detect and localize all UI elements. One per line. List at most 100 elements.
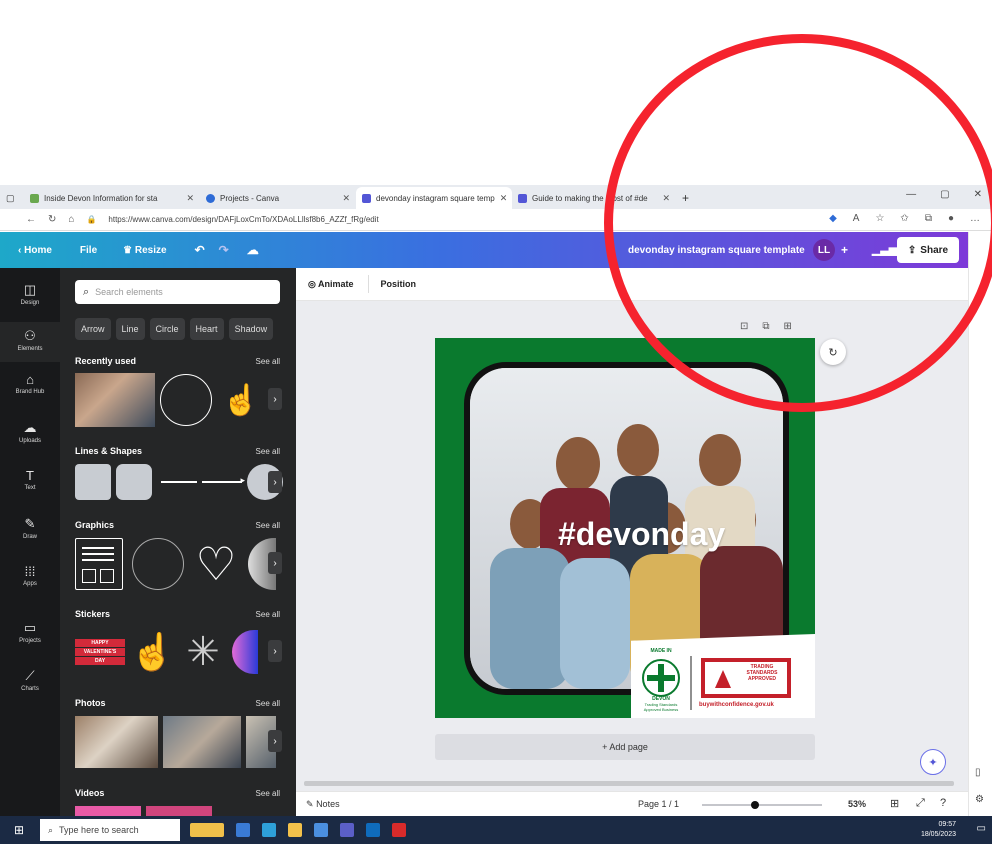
recent-photo-thumbnail[interactable] bbox=[75, 373, 155, 427]
add-page-icon[interactable]: ⊞ bbox=[784, 321, 792, 332]
teams-icon[interactable] bbox=[340, 823, 354, 837]
gradient-badge-sticker[interactable] bbox=[232, 630, 258, 674]
widget-icon[interactable] bbox=[190, 823, 224, 837]
rounded-square-thumbnail[interactable] bbox=[116, 464, 152, 500]
photo-thumbnail[interactable] bbox=[163, 716, 241, 768]
file-menu[interactable]: File bbox=[80, 245, 97, 256]
notification-icon[interactable]: ▭ bbox=[977, 823, 986, 834]
heart-outline-icon[interactable]: ♡ bbox=[189, 538, 243, 590]
zoom-percentage[interactable]: 53% bbox=[848, 799, 866, 809]
chip-shadow[interactable]: Shadow bbox=[228, 318, 274, 340]
see-all-link[interactable]: See all bbox=[256, 699, 280, 708]
insights-chart-icon[interactable]: ▁▃▅ bbox=[872, 243, 897, 256]
chip-heart[interactable]: Heart bbox=[189, 318, 224, 340]
rail-item-elements[interactable]: ⚇ Elements bbox=[0, 322, 60, 362]
rail-item-apps[interactable]: ⁞⁞⁞ Apps bbox=[0, 564, 60, 600]
chip-arrow[interactable]: Arrow bbox=[75, 318, 111, 340]
close-icon[interactable]: ✕ bbox=[500, 193, 508, 204]
tab-guide[interactable]: Guide to making the most of #de ✕ bbox=[512, 187, 676, 209]
rail-item-projects[interactable]: ▭ Projects bbox=[0, 620, 60, 656]
taskbar-search[interactable]: ⌕ Type here to search bbox=[40, 819, 180, 841]
restore-icon[interactable]: ▢ bbox=[940, 189, 949, 200]
hashtag-text[interactable]: #devonday bbox=[558, 516, 725, 553]
tab-inside-devon[interactable]: Inside Devon Information for sta ✕ bbox=[24, 187, 200, 209]
pointer-hand-icon[interactable]: ☝ bbox=[217, 374, 265, 426]
favorites-icon[interactable]: ✩ bbox=[900, 213, 908, 224]
notes-button[interactable]: ✎ Notes bbox=[306, 799, 340, 810]
outlook-icon[interactable] bbox=[366, 823, 380, 837]
fullscreen-icon[interactable]: ⤢ bbox=[916, 797, 925, 810]
tab-actions-button[interactable]: ▢ bbox=[0, 187, 24, 209]
rail-item-design[interactable]: ◫ Design bbox=[0, 278, 60, 314]
cloud-save-icon[interactable]: ☁ bbox=[247, 243, 259, 257]
rail-item-charts[interactable]: ⟋ Charts bbox=[0, 668, 60, 704]
chevron-right-icon[interactable]: › bbox=[268, 730, 282, 752]
circle-outline-thumbnail[interactable] bbox=[132, 538, 184, 590]
zoom-slider-track[interactable] bbox=[702, 801, 822, 809]
undo-icon[interactable]: ↶ bbox=[195, 243, 205, 257]
help-icon[interactable]: ? bbox=[940, 797, 946, 809]
reload-icon[interactable]: ↻ bbox=[48, 214, 56, 225]
arrow-line-thumbnail[interactable]: ▸ bbox=[202, 475, 245, 485]
recent-circle-thumbnail[interactable] bbox=[160, 374, 212, 426]
chip-circle[interactable]: Circle bbox=[149, 318, 185, 340]
rail-item-brand-hub[interactable]: ⌂ Brand Hub bbox=[0, 372, 60, 408]
windows-start-icon[interactable]: ⊞ bbox=[14, 823, 24, 837]
trading-standards-logo-box[interactable]: MADE IN DEVON Trading Standards Approved… bbox=[631, 634, 815, 718]
extension-icon[interactable]: ◆ bbox=[829, 213, 837, 224]
grid-view-icon[interactable]: ⊞ bbox=[890, 797, 899, 810]
video-thumbnail[interactable] bbox=[75, 806, 141, 816]
starburst-sticker[interactable]: ✳ bbox=[179, 628, 227, 676]
home-icon[interactable]: ⌂ bbox=[68, 214, 74, 225]
rail-item-draw[interactable]: ✎ Draw bbox=[0, 516, 60, 552]
chip-line[interactable]: Line bbox=[115, 318, 145, 340]
line-thumbnail[interactable] bbox=[161, 481, 197, 483]
favorite-add-icon[interactable]: ☆ bbox=[875, 213, 884, 224]
share-button[interactable]: ⇪ Share bbox=[897, 237, 959, 263]
lock-page-icon[interactable]: ⊡ bbox=[740, 321, 748, 332]
sidebar-toggle-icon[interactable]: ▯ bbox=[975, 767, 981, 778]
see-all-link[interactable]: See all bbox=[256, 357, 280, 366]
horizontal-scrollbar[interactable] bbox=[304, 781, 954, 786]
back-icon[interactable]: ← bbox=[26, 214, 36, 225]
square-shape-thumbnail[interactable] bbox=[75, 464, 111, 500]
photo-thumbnail[interactable] bbox=[75, 716, 158, 768]
valentines-sticker[interactable]: HAPPY VALENTINE'S DAY bbox=[75, 630, 125, 674]
tab-devonday-template[interactable]: devonday instagram square temp ✕ bbox=[356, 187, 512, 209]
duplicate-page-icon[interactable]: ⧉ bbox=[762, 321, 769, 332]
design-title[interactable]: devonday instagram square template bbox=[628, 245, 805, 256]
minimize-icon[interactable]: — bbox=[906, 189, 916, 200]
add-page-button[interactable]: + Add page bbox=[435, 734, 815, 760]
resize-button[interactable]: ♛ Resize bbox=[123, 245, 166, 256]
search-elements-input[interactable]: ⌕ Search elements bbox=[75, 280, 280, 304]
url-field[interactable]: https://www.canva.com/design/DAFjLoxCmTo… bbox=[108, 215, 378, 224]
magic-sparkle-icon[interactable]: ✦ bbox=[920, 749, 946, 775]
settings-gear-icon[interactable]: ⚙ bbox=[975, 794, 984, 805]
new-tab-button[interactable]: + bbox=[676, 187, 696, 209]
position-button[interactable]: Position bbox=[381, 279, 417, 289]
tab-projects-canva[interactable]: Projects - Canva ✕ bbox=[200, 187, 356, 209]
more-icon[interactable]: … bbox=[970, 213, 980, 224]
chevron-right-icon[interactable]: › bbox=[268, 471, 282, 493]
see-all-link[interactable]: See all bbox=[256, 610, 280, 619]
chevron-right-icon[interactable]: › bbox=[268, 388, 282, 410]
close-icon[interactable]: ✕ bbox=[662, 193, 670, 204]
close-icon[interactable]: ✕ bbox=[342, 193, 350, 204]
redo-icon[interactable]: ↷ bbox=[219, 243, 229, 257]
see-all-link[interactable]: See all bbox=[256, 447, 280, 456]
document-graphic-thumbnail[interactable] bbox=[75, 538, 123, 590]
home-button[interactable]: ‹ Home bbox=[18, 245, 52, 256]
file-explorer-icon[interactable] bbox=[288, 823, 302, 837]
read-aloud-icon[interactable]: A bbox=[853, 213, 860, 224]
close-window-icon[interactable]: ✕ bbox=[974, 189, 982, 200]
chevron-right-icon[interactable]: › bbox=[268, 640, 282, 662]
see-all-link[interactable]: See all bbox=[256, 789, 280, 798]
hand-pointer-sticker[interactable]: ☝ bbox=[130, 628, 175, 676]
video-thumbnail[interactable] bbox=[146, 806, 212, 816]
task-view-icon[interactable] bbox=[236, 823, 250, 837]
rail-item-uploads[interactable]: ☁ Uploads bbox=[0, 420, 60, 456]
invite-plus-button[interactable]: + bbox=[841, 243, 848, 257]
avatar[interactable]: LL bbox=[813, 239, 835, 261]
page-indicator[interactable]: Page 1 / 1 bbox=[638, 799, 679, 809]
zoom-slider-thumb[interactable] bbox=[751, 801, 759, 809]
